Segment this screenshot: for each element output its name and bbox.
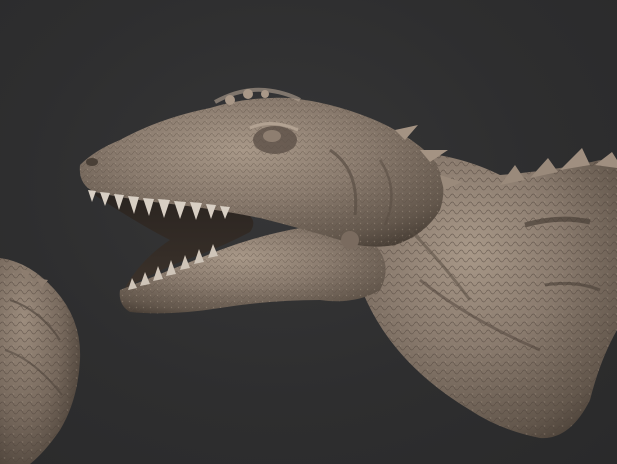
dinosaur-head-sculpt (79, 87, 617, 439)
3d-viewport[interactable] (0, 0, 617, 464)
sculpt-render (0, 87, 617, 464)
partial-sculpt-left (0, 258, 81, 464)
